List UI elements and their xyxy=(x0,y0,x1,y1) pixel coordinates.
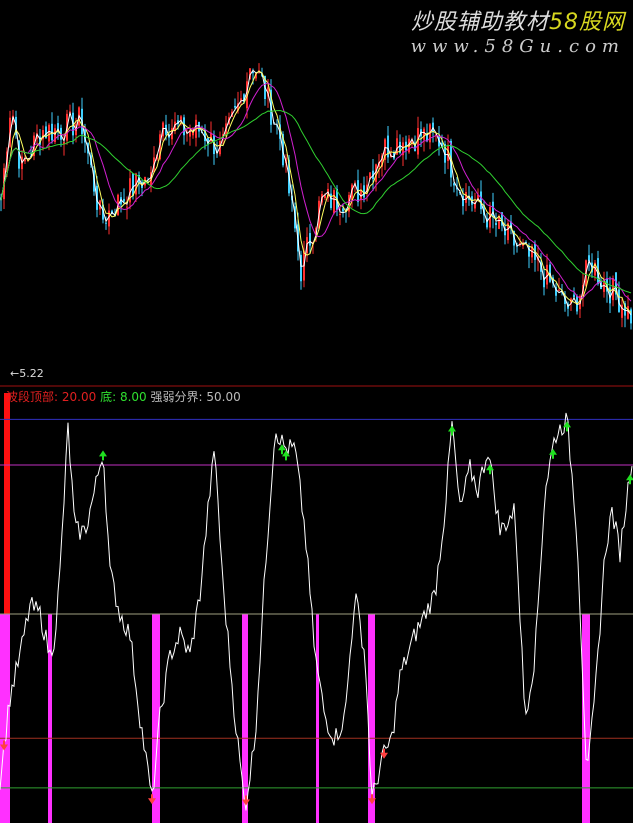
candle-body xyxy=(342,208,344,212)
signal-bar xyxy=(0,614,10,823)
top-value: 20.00 xyxy=(61,390,97,404)
candle-body xyxy=(495,222,497,226)
stock-chart xyxy=(0,63,633,823)
candle-body xyxy=(333,190,335,214)
candle-body xyxy=(480,191,482,210)
candle-body xyxy=(363,185,365,198)
signal-bar-red xyxy=(4,393,10,614)
candle-body xyxy=(339,213,341,215)
indicator-legend: 波段顶部: 20.00 底: 8.00 强弱分界: 50.00 xyxy=(6,388,241,405)
top-signal-arrow-icon xyxy=(626,474,633,485)
top-signal-arrow-icon xyxy=(448,425,456,436)
price-low-value: 5.22 xyxy=(19,367,44,380)
price-low-label: ←5.22 xyxy=(10,367,44,380)
candle-body xyxy=(558,289,560,291)
signal-bar xyxy=(48,614,52,823)
bottom-value: 8.00 xyxy=(119,390,147,404)
candle-body xyxy=(546,264,548,285)
ma-short-line xyxy=(0,69,632,316)
signal-bar xyxy=(316,614,319,823)
top-label: 波段顶部: xyxy=(6,390,59,404)
signal-bar xyxy=(582,614,590,823)
candle-body xyxy=(48,124,50,142)
split-value: 50.00 xyxy=(206,390,241,404)
candle-body xyxy=(180,116,182,120)
ma-longer-line xyxy=(0,110,632,294)
candle-body xyxy=(123,198,125,202)
candle-body xyxy=(603,282,605,292)
candle-body xyxy=(105,222,107,224)
bottom-label: 底: xyxy=(100,390,117,404)
top-signal-arrow-icon xyxy=(99,450,107,461)
signal-bar xyxy=(242,614,248,823)
watermark: 炒股辅助教材58股网 www.58Gu.com xyxy=(411,4,625,57)
candle-body xyxy=(234,105,236,108)
watermark-brand: 58股网 xyxy=(549,10,625,35)
candle-body xyxy=(423,128,425,140)
candle-body xyxy=(465,191,467,203)
watermark-title: 炒股辅助教材 xyxy=(410,10,549,35)
candle-body xyxy=(132,173,134,196)
watermark-url: www.58Gu.com xyxy=(410,36,625,57)
split-label: 强弱分界: xyxy=(150,390,203,404)
candle-body xyxy=(309,233,311,246)
candle-body xyxy=(126,206,128,208)
